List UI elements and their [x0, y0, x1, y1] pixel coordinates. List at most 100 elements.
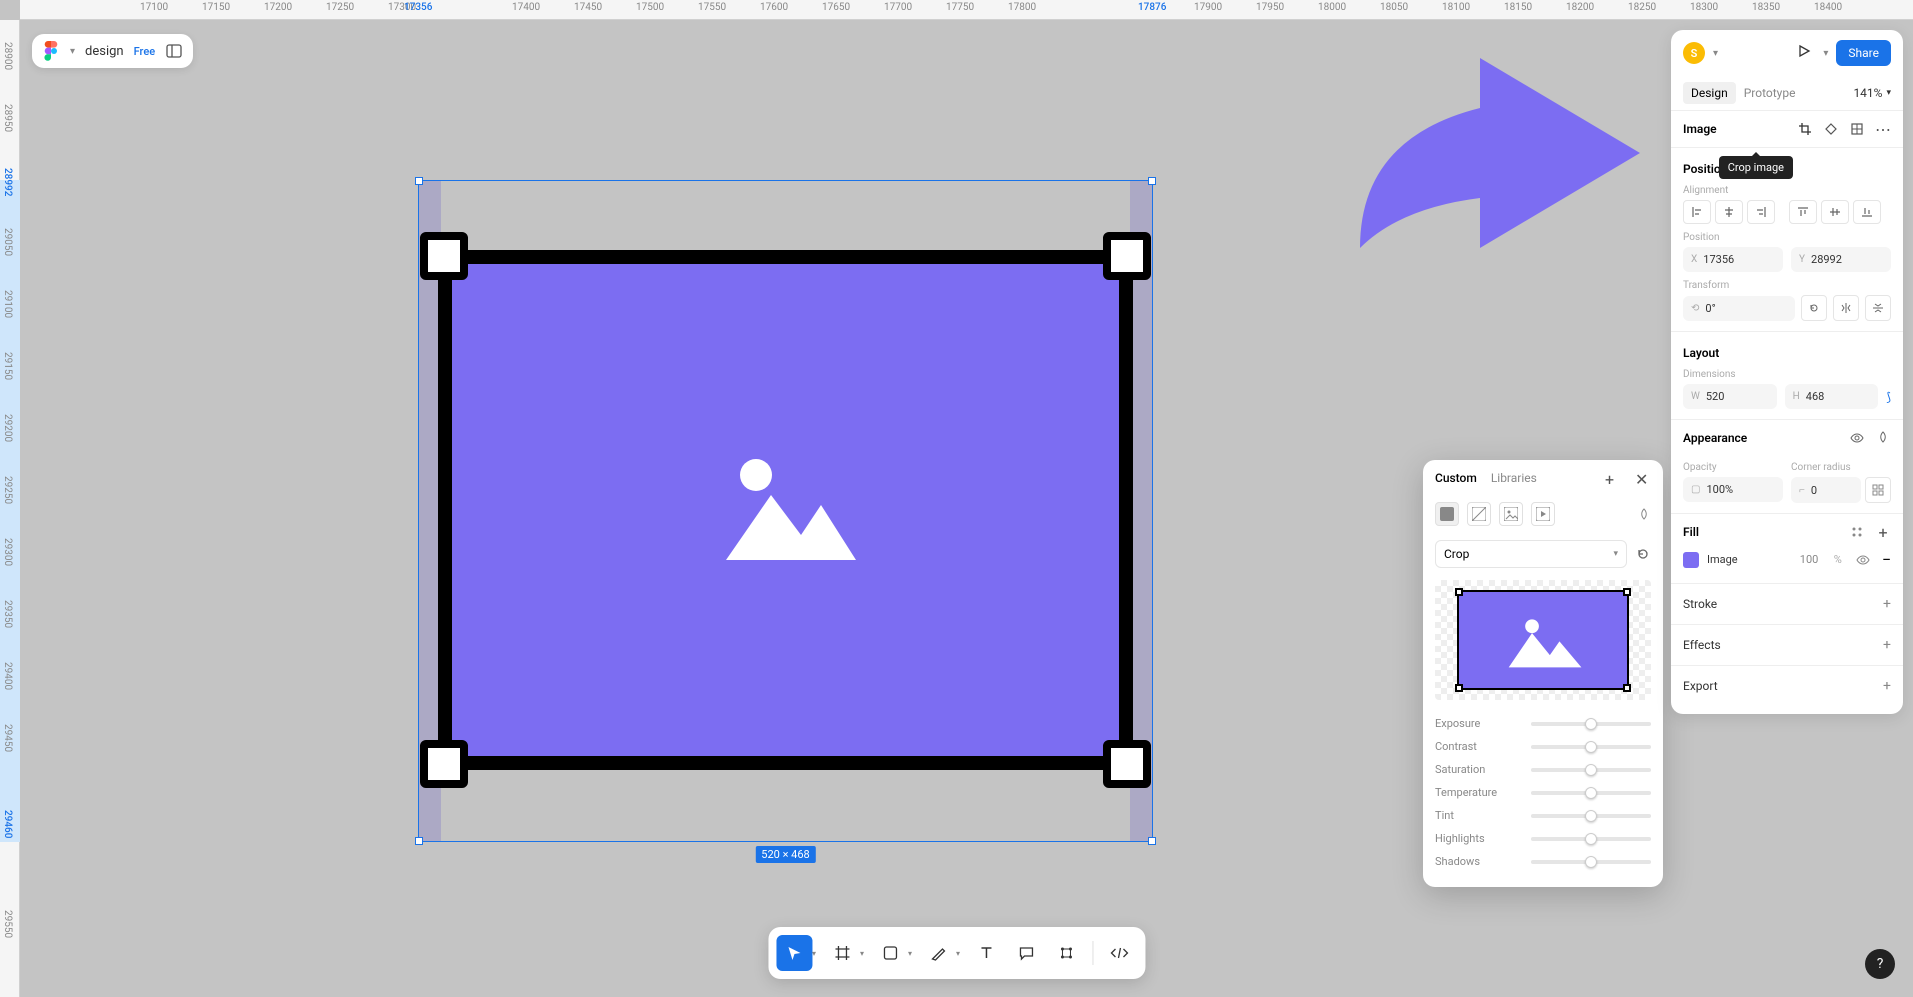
- ruler-tick: 29300: [2, 538, 13, 566]
- opacity-field[interactable]: ▢: [1683, 477, 1783, 502]
- chevron-down-icon[interactable]: ▾: [860, 949, 864, 958]
- style-icon[interactable]: [1849, 524, 1865, 540]
- flip-horizontal-button[interactable]: [1833, 295, 1859, 321]
- crop-handle[interactable]: [1103, 232, 1151, 280]
- move-tool[interactable]: [776, 935, 812, 971]
- align-left-button[interactable]: [1683, 200, 1711, 224]
- saturation-slider[interactable]: [1531, 768, 1651, 772]
- individual-corners-button[interactable]: [1865, 477, 1891, 503]
- height-field[interactable]: H: [1785, 384, 1879, 409]
- contrast-slider[interactable]: [1531, 745, 1651, 749]
- crop-preview-handle[interactable]: [1455, 684, 1463, 692]
- align-bottom-button[interactable]: [1853, 200, 1881, 224]
- align-right-button[interactable]: [1747, 200, 1775, 224]
- share-button[interactable]: Share: [1836, 40, 1891, 66]
- crop-preview-handle[interactable]: [1623, 588, 1631, 596]
- plus-icon[interactable]: +: [1875, 524, 1891, 540]
- edit-object-icon[interactable]: [1823, 121, 1839, 137]
- export-section[interactable]: Export+: [1671, 666, 1903, 706]
- toolbar-divider: [1092, 941, 1093, 965]
- image-preview[interactable]: [1435, 580, 1651, 700]
- selection-handle[interactable]: [1148, 177, 1156, 185]
- chevron-down-icon[interactable]: ▾: [1823, 48, 1828, 59]
- plus-icon[interactable]: +: [1883, 596, 1891, 612]
- pen-tool[interactable]: [920, 935, 956, 971]
- fill-swatch[interactable]: [1683, 552, 1699, 568]
- crop-preview-handle[interactable]: [1455, 588, 1463, 596]
- ruler-tick-selected: 17356: [404, 2, 432, 13]
- flip-vertical-button[interactable]: [1865, 295, 1891, 321]
- more-icon[interactable]: ⋯: [1875, 121, 1891, 137]
- chevron-down-icon[interactable]: ▾: [812, 949, 816, 958]
- selection-handle[interactable]: [1148, 837, 1156, 845]
- close-icon[interactable]: ✕: [1635, 470, 1651, 486]
- text-tool[interactable]: [968, 935, 1004, 971]
- image-mode-select[interactable]: Crop ▾: [1435, 540, 1627, 568]
- exposure-slider[interactable]: [1531, 722, 1651, 726]
- plus-icon[interactable]: +: [1883, 678, 1891, 694]
- crop-handle[interactable]: [1103, 740, 1151, 788]
- fill-type-solid[interactable]: [1435, 502, 1459, 526]
- selection-handle[interactable]: [415, 837, 423, 845]
- zoom-control[interactable]: 141%▾: [1853, 86, 1891, 100]
- align-vcenter-button[interactable]: [1821, 200, 1849, 224]
- shape-tool[interactable]: [872, 935, 908, 971]
- fill-opacity[interactable]: 100: [1800, 553, 1826, 566]
- rotate-90-button[interactable]: [1801, 295, 1827, 321]
- align-hcenter-button[interactable]: [1715, 200, 1743, 224]
- shadows-slider[interactable]: [1531, 860, 1651, 864]
- visibility-icon[interactable]: [1856, 553, 1870, 567]
- alignment-label: Alignment: [1683, 185, 1891, 196]
- highlights-slider[interactable]: [1531, 837, 1651, 841]
- crop-handle[interactable]: [420, 740, 468, 788]
- crop-handle[interactable]: [420, 232, 468, 280]
- component-icon[interactable]: [1849, 121, 1865, 137]
- frame-tool[interactable]: [824, 935, 860, 971]
- crop-frame[interactable]: [438, 250, 1133, 770]
- corner-radius-field[interactable]: ⌐: [1791, 477, 1861, 503]
- ruler-tick: 17250: [326, 2, 354, 13]
- user-avatar[interactable]: S: [1683, 42, 1705, 64]
- help-button[interactable]: ?: [1865, 949, 1895, 979]
- x-position-field[interactable]: X: [1683, 247, 1783, 272]
- tint-slider[interactable]: [1531, 814, 1651, 818]
- rotate-icon[interactable]: [1635, 546, 1651, 562]
- plus-icon[interactable]: +: [1605, 470, 1621, 486]
- ruler-tick: 17150: [202, 2, 230, 13]
- visibility-icon[interactable]: [1849, 430, 1865, 446]
- comment-tool[interactable]: [1008, 935, 1044, 971]
- temperature-slider[interactable]: [1531, 791, 1651, 795]
- constrain-proportions-icon[interactable]: ⟆: [1886, 390, 1891, 404]
- stroke-section[interactable]: Stroke+: [1671, 584, 1903, 625]
- tab-libraries[interactable]: Libraries: [1491, 471, 1537, 485]
- canvas-arrow-shape[interactable]: [1340, 38, 1660, 268]
- dev-mode-toggle[interactable]: [1101, 935, 1137, 971]
- tab-prototype[interactable]: Prototype: [1736, 82, 1804, 104]
- fill-type-video[interactable]: [1531, 502, 1555, 526]
- align-top-button[interactable]: [1789, 200, 1817, 224]
- crop-icon[interactable]: [1797, 121, 1813, 137]
- minus-icon[interactable]: −: [1882, 550, 1891, 569]
- chevron-down-icon[interactable]: ▾: [1713, 48, 1718, 59]
- fill-type-gradient[interactable]: [1467, 502, 1491, 526]
- blend-mode-icon[interactable]: [1637, 507, 1651, 521]
- fill-type-image[interactable]: [1499, 502, 1523, 526]
- blend-mode-icon[interactable]: [1875, 430, 1891, 446]
- plus-icon[interactable]: +: [1883, 637, 1891, 653]
- y-position-field[interactable]: Y: [1791, 247, 1891, 272]
- tab-custom[interactable]: Custom: [1435, 471, 1477, 485]
- ruler-tick: 18200: [1566, 2, 1594, 13]
- ruler-horizontal[interactable]: 17100 17150 17200 17250 17300 17356 1740…: [20, 0, 1913, 20]
- width-field[interactable]: W: [1683, 384, 1777, 409]
- selection-handle[interactable]: [415, 177, 423, 185]
- play-icon[interactable]: [1797, 44, 1815, 62]
- tab-design[interactable]: Design: [1683, 82, 1736, 104]
- ruler-vertical[interactable]: 28900 28950 28992 29050 29100 29150 2920…: [0, 20, 20, 997]
- rotation-field[interactable]: ⟲: [1683, 296, 1795, 321]
- crop-preview-handle[interactable]: [1623, 684, 1631, 692]
- chevron-down-icon[interactable]: ▾: [956, 949, 960, 958]
- position-label: Position: [1683, 232, 1891, 243]
- actions-tool[interactable]: [1048, 935, 1084, 971]
- chevron-down-icon[interactable]: ▾: [908, 949, 912, 958]
- effects-section[interactable]: Effects+: [1671, 625, 1903, 666]
